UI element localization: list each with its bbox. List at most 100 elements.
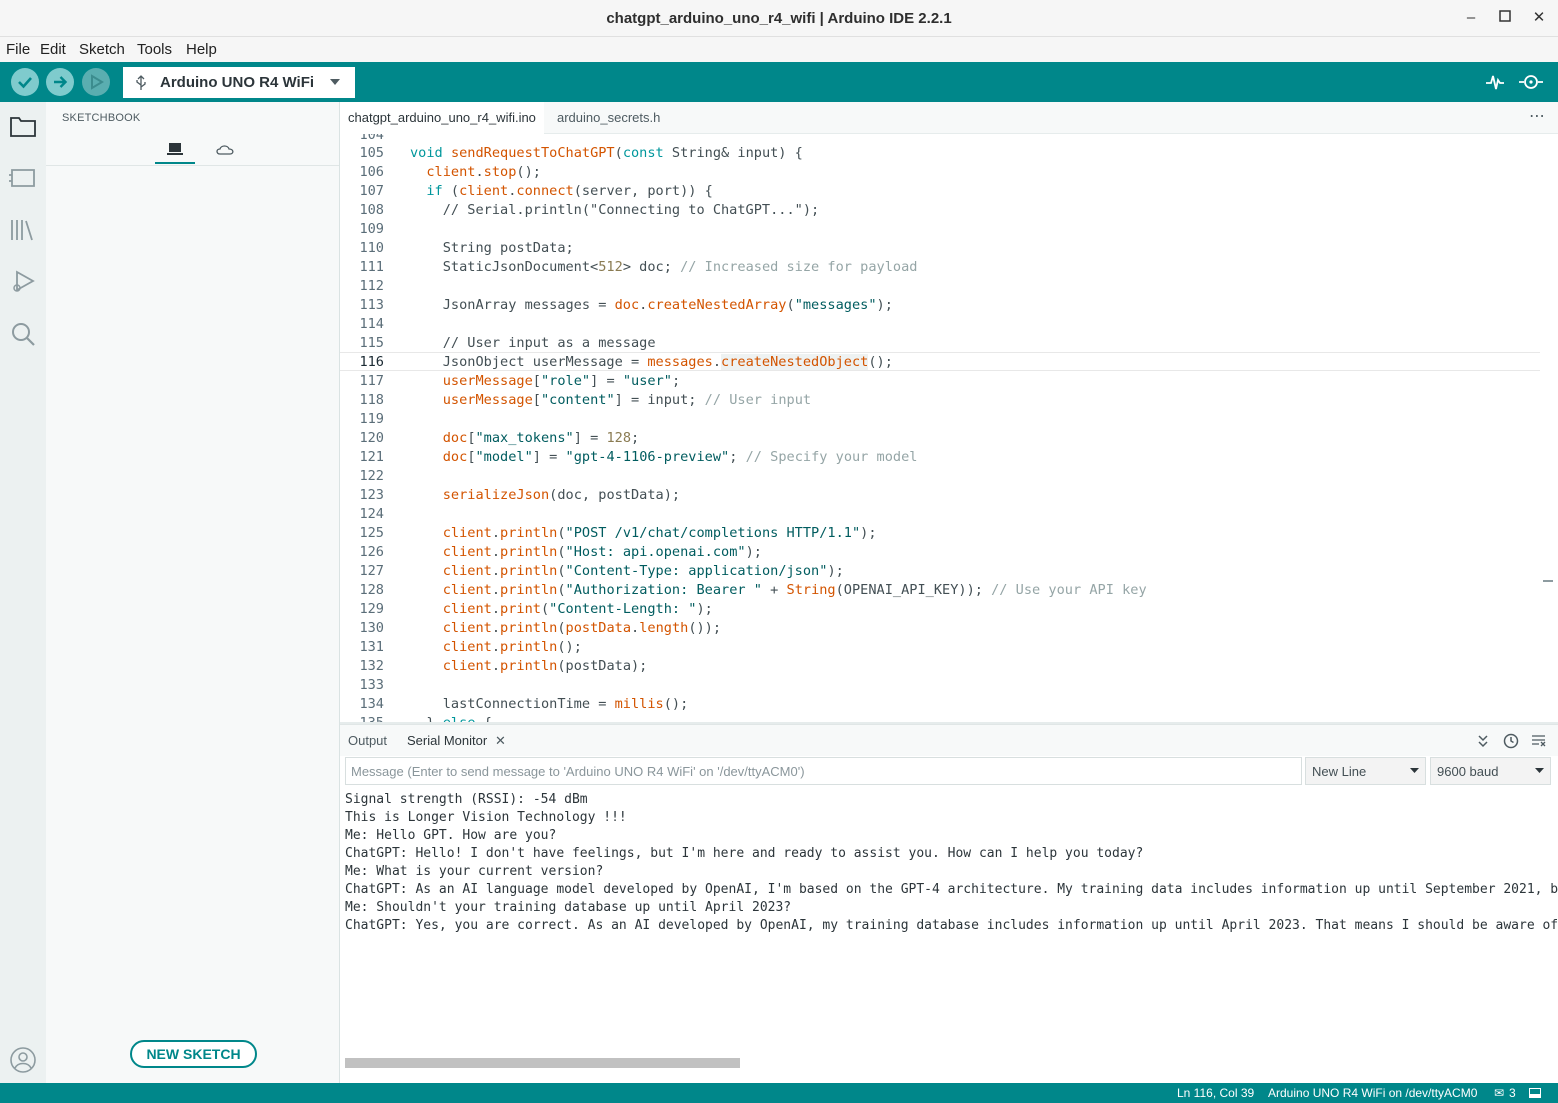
account-icon[interactable] (9, 1046, 37, 1074)
code-line: 111 StaticJsonDocument<512> doc; // Incr… (359, 259, 918, 275)
serial-monitor-icon[interactable] (1518, 71, 1544, 93)
code-line: 123 serializeJson(doc, postData); (359, 487, 681, 503)
code-line: 117 userMessage["role"] = "user"; (359, 373, 681, 389)
board-port-status[interactable]: Arduino UNO R4 WiFi on /dev/ttyACM0 (1268, 1086, 1477, 1100)
close-icon[interactable]: ✕ (495, 733, 506, 749)
title-bar: chatgpt_arduino_uno_r4_wifi | Arduino ID… (0, 0, 1558, 37)
code-line: 112 (359, 278, 384, 294)
code-line: 115 // User input as a message (359, 335, 656, 351)
code-line: 129 client.print("Content-Length: "); (359, 601, 713, 617)
serial-line: Me: Shouldn't your training database up … (345, 900, 792, 915)
baud-rate-value: 9600 baud (1437, 764, 1499, 779)
autoscroll-icon[interactable] (1477, 734, 1489, 748)
code-line: 106 client.stop(); (359, 164, 541, 180)
search-icon[interactable] (9, 320, 37, 348)
boards-manager-icon[interactable] (9, 164, 37, 192)
serial-line: Me: What is your current version? (345, 864, 604, 879)
more-icon[interactable]: ⋯ (1529, 106, 1545, 126)
library-manager-icon[interactable] (9, 216, 37, 244)
chevron-down-icon (330, 79, 340, 85)
serial-line: Me: Hello GPT. How are you? (345, 828, 557, 843)
code-line: 127 client.println("Content-Type: applic… (359, 563, 844, 579)
bottom-panel-header: Output Serial Monitor ✕ (340, 724, 1558, 756)
tab-secrets[interactable]: arduino_secrets.h (549, 102, 668, 134)
window-title: chatgpt_arduino_uno_r4_wifi | Arduino ID… (606, 10, 952, 27)
serial-line: ChatGPT: As an AI language model develop… (345, 882, 1558, 897)
divider (46, 165, 339, 166)
baud-rate-select[interactable]: 9600 baud (1430, 757, 1551, 785)
code-line: 122 (359, 468, 384, 484)
line-ending-select[interactable]: New Line (1305, 757, 1426, 785)
verify-icon[interactable] (11, 68, 39, 96)
code-line: 121 doc["model"] = "gpt-4-1106-preview";… (359, 449, 918, 465)
editor-tabs: chatgpt_arduino_uno_r4_wifi.ino arduino_… (340, 102, 1558, 134)
folder-icon[interactable] (9, 112, 37, 140)
line-ending-value: New Line (1312, 764, 1367, 779)
board-selector[interactable]: Arduino UNO R4 WiFi (123, 67, 355, 98)
menu-help[interactable]: Help (186, 41, 217, 58)
code-line: 124 (359, 506, 384, 522)
serial-line: This is Longer Vision Technology !!! (345, 810, 627, 825)
code-line: 128 client.println("Authorization: Beare… (359, 582, 1147, 598)
serial-line: ChatGPT: Yes, you are correct. As an AI … (345, 918, 1558, 933)
sketchbook-panel: SKETCHBOOK NEW SKETCH (46, 102, 340, 1083)
code-line: 132 client.println(postData); (359, 658, 648, 674)
code-line: 125 client.println("POST /v1/chat/comple… (359, 525, 877, 541)
usb-icon (136, 75, 146, 90)
serial-line: ChatGPT: Hello! I don't have feelings, b… (345, 846, 1144, 861)
code-line: 109 (359, 221, 384, 237)
code-editor[interactable]: 104 105 void sendRequestToChatGPT(const S… (340, 134, 1558, 724)
code-line: 134 lastConnectionTime = millis(); (359, 696, 689, 712)
code-line: 126 client.println("Host: api.openai.com… (359, 544, 762, 560)
serial-message-bar: Message (Enter to send message to 'Ardui… (340, 756, 1558, 788)
chevron-down-icon (1410, 768, 1419, 773)
debug-icon[interactable] (82, 68, 110, 96)
code-line-current: 116 JsonObject userMessage = messages.cr… (340, 352, 1540, 371)
cursor-position[interactable]: Ln 116, Col 39 (1177, 1086, 1254, 1100)
serial-plotter-icon[interactable] (1484, 71, 1506, 93)
code-line: 108 // Serial.println("Connecting to Cha… (359, 202, 820, 218)
toggle-panel-icon[interactable] (1529, 1088, 1541, 1098)
menu-tools[interactable]: Tools (137, 41, 172, 58)
minimize-icon[interactable]: – (1461, 8, 1481, 28)
laptop-icon (167, 143, 183, 155)
timestamp-icon[interactable] (1503, 733, 1519, 749)
code-line: 118 userMessage["content"] = input; // U… (359, 392, 812, 408)
code-line: 107 if (client.connect(server, port)) { (359, 183, 713, 199)
code-line: 114 (359, 316, 384, 332)
debug-icon[interactable] (9, 268, 37, 296)
notification-count: 3 (1509, 1086, 1516, 1100)
code-line: 120 doc["max_tokens"] = 128; (359, 430, 640, 446)
new-sketch-button[interactable]: NEW SKETCH (130, 1040, 257, 1068)
status-bar: Ln 116, Col 39 Arduino UNO R4 WiFi on /d… (0, 1083, 1558, 1103)
code-line: 110 String postData; (359, 240, 574, 256)
clear-output-icon[interactable] (1531, 734, 1546, 747)
board-name: Arduino UNO R4 WiFi (160, 74, 315, 91)
horizontal-scrollbar[interactable] (345, 1058, 740, 1068)
code-line: 113 JsonArray messages = doc.createNeste… (359, 297, 893, 313)
menu-edit[interactable]: Edit (40, 41, 66, 58)
activity-rail (0, 102, 46, 1083)
scrollbar-marker (1543, 580, 1553, 582)
upload-icon[interactable] (46, 68, 74, 96)
tab-serial-monitor[interactable]: Serial Monitor (407, 733, 487, 748)
serial-output[interactable]: Signal strength (RSSI): -54 dBm This is … (340, 790, 1558, 1083)
menu-file[interactable]: File (6, 41, 30, 58)
code-line: 131 client.println(); (359, 639, 582, 655)
menu-bar: File Edit Sketch Tools Help (0, 37, 1558, 62)
code-line: 119 (359, 411, 384, 427)
sketchbook-header: SKETCHBOOK (62, 112, 141, 124)
cloud-icon (216, 145, 234, 155)
cloud-sketchbook-tab[interactable] (206, 138, 246, 164)
close-icon[interactable]: ✕ (1529, 8, 1549, 28)
menu-sketch[interactable]: Sketch (79, 41, 125, 58)
maximize-icon[interactable] (1495, 8, 1515, 28)
toolbar: Arduino UNO R4 WiFi (0, 62, 1558, 102)
tab-main-sketch[interactable]: chatgpt_arduino_uno_r4_wifi.ino (340, 102, 544, 134)
notification-icon[interactable]: ✉ (1494, 1086, 1504, 1100)
serial-message-input[interactable]: Message (Enter to send message to 'Ardui… (345, 757, 1302, 785)
code-line: 105 void sendRequestToChatGPT(const Strin… (359, 145, 803, 161)
tab-output[interactable]: Output (348, 733, 387, 748)
chevron-down-icon (1535, 768, 1544, 773)
local-sketchbook-tab[interactable] (155, 138, 195, 164)
